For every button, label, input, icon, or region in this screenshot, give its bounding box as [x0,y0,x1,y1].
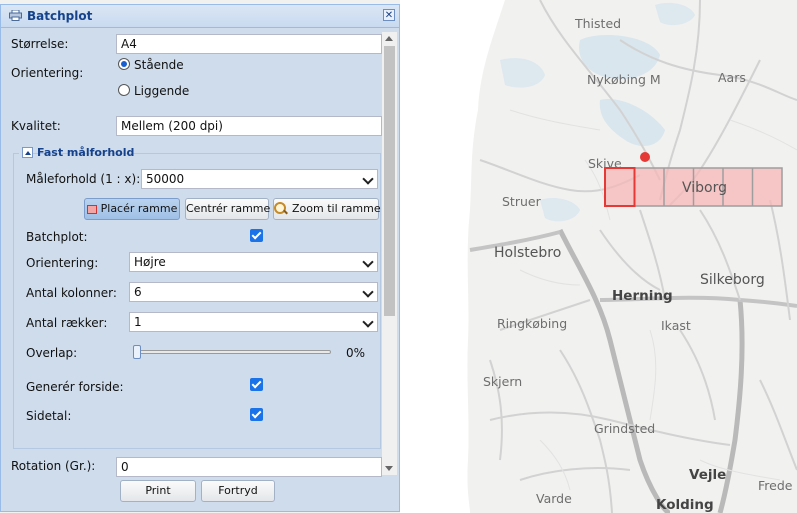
overlap-slider-thumb[interactable] [133,345,141,359]
overlap-value: 0% [346,346,366,360]
scale-label: Måleforhold (1 : x): [26,172,141,186]
town-struer: Struer [502,194,541,209]
town-aars: Aars [718,70,746,85]
scale-combo[interactable]: 50000 [141,169,378,189]
town-grindsted: Grindsted [594,421,656,436]
town-viborg: Viborg [682,180,728,196]
town-nykobing: Nykøbing M [587,72,661,87]
batchplot-label: Batchplot: [26,230,88,244]
cover-checkbox[interactable] [250,378,263,391]
place-frame-button[interactable]: Placér ramme [84,198,180,220]
orientation-landscape-label[interactable]: Liggende [134,84,189,98]
town-herning: Herning [612,288,673,304]
town-thisted: Thisted [575,16,622,31]
rotation-field[interactable]: 0 [116,457,382,477]
close-button[interactable]: ✕ [383,9,395,21]
columns-combo[interactable]: 6 [129,282,378,302]
scroll-up-icon[interactable] [385,36,393,41]
frame-icon [86,204,97,214]
cancel-button[interactable]: Fortryd [201,480,275,502]
fixed-scale-legend[interactable]: Fast målforhold [19,145,134,161]
town-skjern: Skjern [483,374,523,389]
scale-value: 50000 [146,172,185,186]
scrollbar-thumb[interactable] [384,46,395,316]
chevron-down-icon[interactable] [360,313,377,331]
rows-value: 1 [134,315,142,329]
orientation-radio-landscape[interactable] [118,84,130,96]
fixed-orientation-value: Højre [134,255,166,269]
chevron-down-icon[interactable] [360,253,377,271]
columns-value: 6 [134,285,142,299]
panel-body: Størrelse: A4 Orientering: Stående Ligge… [5,28,397,510]
town-skive: Skive [588,156,622,171]
quality-field[interactable]: Mellem (200 dpi) [116,116,382,136]
town-ikast: Ikast [661,318,691,333]
quality-label: Kvalitet: [11,119,61,133]
fixed-scale-legend-label: Fast målforhold [37,146,135,159]
orientation-label: Orientering: [11,66,84,80]
orientation-portrait-label[interactable]: Stående [134,58,184,72]
print-button-label: Print [145,484,171,497]
zoom-frame-button[interactable]: Zoom til ramme [273,198,381,220]
print-button[interactable]: Print [120,480,196,502]
orientation-radio-portrait[interactable] [118,58,130,70]
town-fredericia: Frede [758,478,793,493]
close-icon: ✕ [384,10,394,21]
town-kolding: Kolding [656,497,714,513]
town-silkeborg: Silkeborg [700,272,765,288]
printer-icon [9,10,22,21]
batchplot-checkbox[interactable] [250,229,263,242]
overlap-slider-track[interactable] [133,350,331,354]
fixed-orientation-label: Orientering: [26,256,99,270]
zoom-frame-label: Zoom til ramme [292,202,381,215]
fixed-orientation-combo[interactable]: Højre [129,252,378,272]
panel-title: Batchplot [27,9,93,23]
rows-combo[interactable]: 1 [129,312,378,332]
rows-label: Antal rækker: [26,316,108,330]
collapse-toggle-icon[interactable] [22,147,33,158]
cancel-button-label: Fortryd [218,484,258,497]
town-varde: Varde [536,491,572,506]
town-ringkobing: Ringkøbing [497,316,568,331]
place-frame-label: Placér ramme [100,202,178,215]
town-vejle: Vejle [689,467,727,483]
magnifier-icon [274,202,288,216]
panel-titlebar[interactable]: Batchplot ✕ [1,5,399,28]
size-label: Størrelse: [11,37,69,51]
center-frame-label: Centrér ramme [186,202,271,215]
scroll-down-icon[interactable] [385,466,393,471]
rotation-label: Rotation (Gr.): [11,459,96,473]
chevron-down-icon[interactable] [360,283,377,301]
center-frame-button[interactable]: Centrér ramme [185,198,271,220]
size-field[interactable]: A4 [116,34,382,54]
cover-label: Generér forside: [26,380,124,394]
panel-scrollbar[interactable] [382,32,397,475]
location-marker [640,152,650,162]
overlap-label: Overlap: [26,346,78,360]
pagenum-checkbox[interactable] [250,408,263,421]
pagenum-label: Sidetal: [26,409,72,423]
chevron-down-icon[interactable] [360,170,377,188]
columns-label: Antal kolonner: [26,286,117,300]
town-holstebro: Holstebro [494,245,562,261]
batchplot-panel: Batchplot ✕ Størrelse: A4 Orientering: S… [0,4,400,512]
